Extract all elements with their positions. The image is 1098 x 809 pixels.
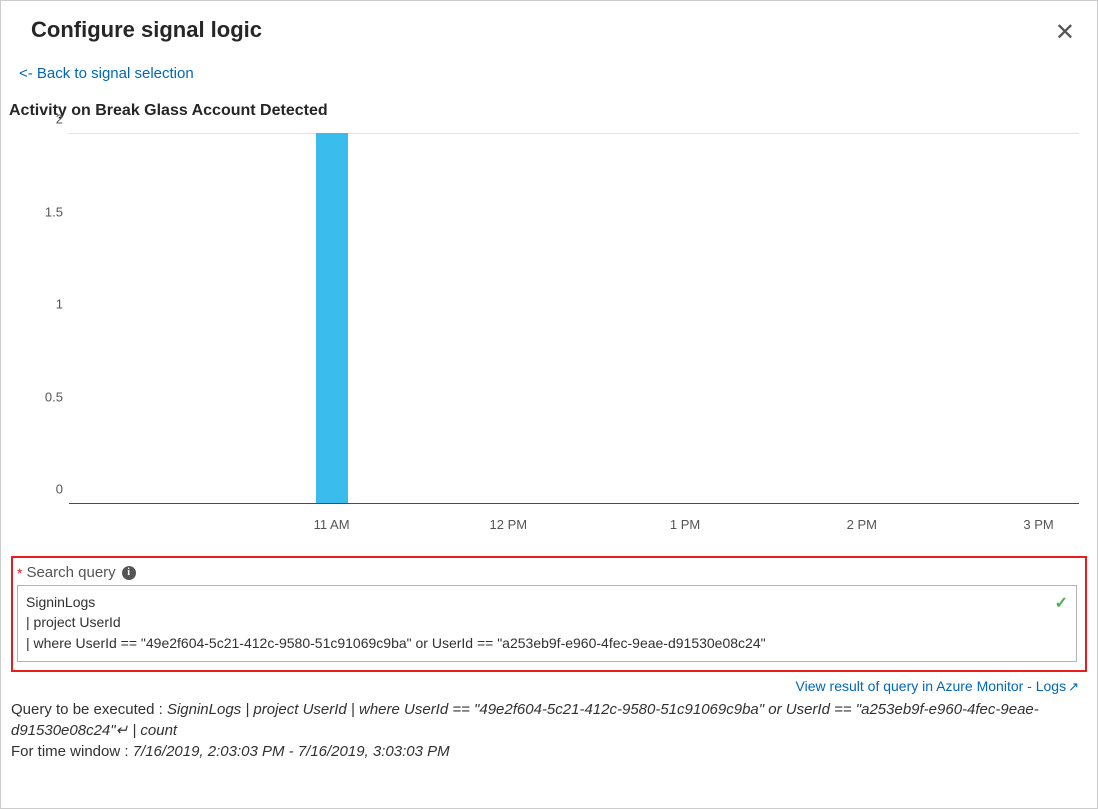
chart-title: Activity on Break Glass Account Detected [1, 92, 1097, 124]
x-tick: 11 AM [314, 517, 350, 532]
query-line: | where UserId == "49e2f604-5c21-412c-95… [26, 633, 1046, 653]
close-icon[interactable]: ✕ [1051, 17, 1079, 49]
search-query-label-text: Search query [26, 564, 115, 581]
page-title: Configure signal logic [31, 17, 262, 43]
chart-plot-area: 0 0.5 1 1.5 2 11 AM 12 PM 1 PM 2 PM 3 PM [69, 134, 1079, 504]
query-line: SigninLogs [26, 592, 1046, 612]
x-tick: 1 PM [670, 517, 700, 532]
search-query-input[interactable]: ✓ SigninLogs | project UserId | where Us… [17, 585, 1077, 662]
view-query-link[interactable]: View result of query in Azure Monitor - … [796, 678, 1067, 694]
threshold-line [69, 503, 1079, 504]
time-prefix: For time window : [11, 743, 133, 760]
y-tick: 1 [23, 297, 63, 312]
y-tick: 0 [23, 482, 63, 497]
external-link-icon: ↗ [1068, 679, 1079, 694]
time-value: 7/16/2019, 2:03:03 PM - 7/16/2019, 3:03:… [133, 743, 450, 760]
x-tick: 2 PM [847, 517, 877, 532]
required-star-icon: * [17, 565, 22, 581]
y-tick: 0.5 [23, 389, 63, 404]
search-query-section: * Search query i ✓ SigninLogs | project … [11, 556, 1087, 672]
query-to-execute: Query to be executed : SigninLogs | proj… [1, 699, 1097, 743]
chart-bar [316, 133, 348, 503]
search-query-label: * Search query i [17, 564, 1077, 585]
x-tick: 12 PM [490, 517, 528, 532]
y-tick: 1.5 [23, 204, 63, 219]
time-window: For time window : 7/16/2019, 2:03:03 PM … [1, 743, 1097, 766]
y-tick: 2 [23, 112, 63, 127]
exec-prefix: Query to be executed : [11, 701, 167, 718]
back-link[interactable]: <- Back to signal selection [1, 55, 1097, 92]
check-icon: ✓ [1055, 592, 1068, 615]
chart: 0 0.5 1 1.5 2 11 AM 12 PM 1 PM 2 PM 3 PM [1, 124, 1097, 554]
info-icon[interactable]: i [122, 566, 136, 580]
x-tick: 3 PM [1023, 517, 1053, 532]
query-line: | project UserId [26, 612, 1046, 632]
